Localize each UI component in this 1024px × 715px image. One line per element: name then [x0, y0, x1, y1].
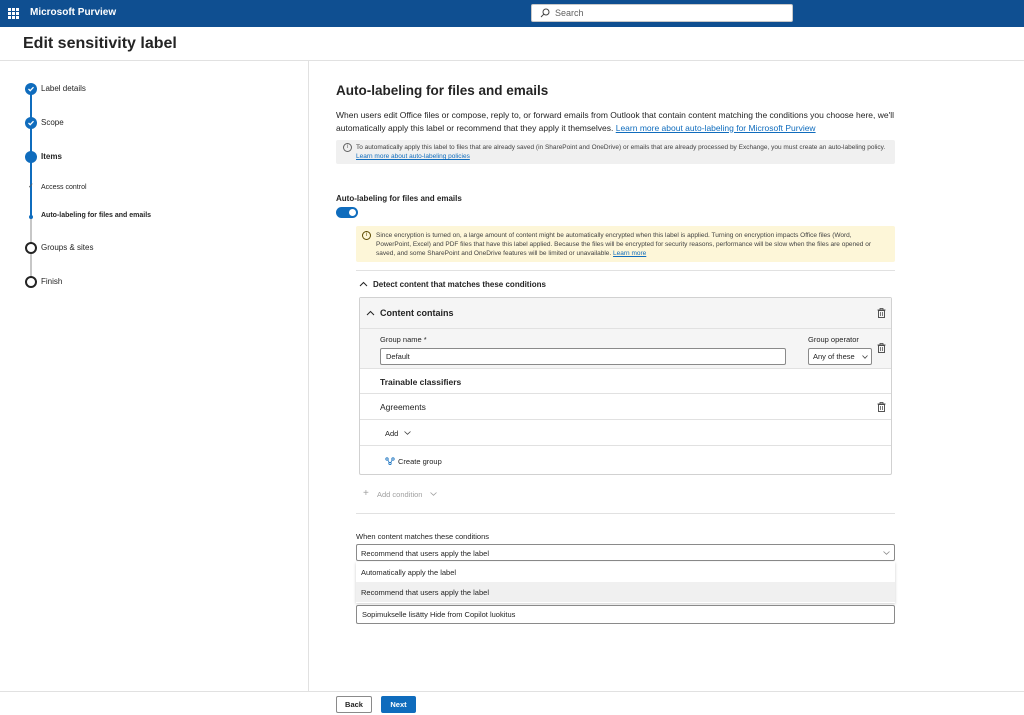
info-text: To automatically apply this label to fil… — [356, 144, 886, 151]
info-message-bar: i To automatically apply this label to f… — [336, 140, 895, 164]
wizard-step-finish[interactable]: Finish — [41, 277, 62, 286]
group-operator-label: Group operator — [808, 335, 859, 344]
add-condition-label: Add condition — [377, 490, 423, 499]
step-todo-icon — [25, 242, 37, 254]
chevron-up-icon[interactable] — [359, 281, 368, 287]
warning-info-icon: i — [362, 231, 371, 240]
app-launcher-icon[interactable] — [8, 8, 19, 19]
group-name-input[interactable] — [380, 348, 786, 365]
info-icon: i — [343, 143, 352, 152]
classifier-name: Agreements — [380, 402, 426, 412]
wizard-step-label-details[interactable]: Label details — [41, 84, 86, 93]
delete-condition-icon[interactable] — [877, 308, 886, 318]
back-button[interactable]: Back — [336, 696, 372, 713]
divider — [356, 513, 895, 514]
step-done-icon — [25, 117, 37, 129]
option-label: Recommend that users apply the label — [361, 588, 489, 597]
main-panel: Auto-labeling for files and emails When … — [310, 61, 1024, 691]
trainable-classifiers-header: Trainable classifiers — [380, 377, 462, 387]
dropdown-option-auto-apply[interactable]: Automatically apply the label — [356, 562, 895, 582]
wizard-substep-access-control[interactable]: Access control — [41, 184, 87, 191]
add-label: Add — [385, 429, 399, 438]
search-box[interactable] — [531, 4, 793, 22]
group-operator-select[interactable]: Any of these — [808, 348, 872, 365]
warning-message: Since encryption is turned on, a large a… — [376, 231, 886, 258]
option-label: Automatically apply the label — [361, 568, 457, 577]
encryption-learn-more-link[interactable]: Learn more — [613, 250, 646, 257]
substep-current-icon — [29, 215, 33, 219]
section-description: When users edit Office files or compose,… — [336, 109, 896, 134]
policy-tip-message-input[interactable] — [356, 605, 895, 624]
when-matches-label: When content matches these conditions — [356, 532, 489, 541]
dropdown-option-recommend[interactable]: Recommend that users apply the label — [356, 582, 895, 602]
trainable-classifiers-row: Trainable classifiers — [360, 369, 891, 394]
app-title[interactable]: Microsoft Purview — [30, 7, 116, 18]
group-name-label: Group name * — [380, 335, 427, 344]
classifier-row: Agreements — [360, 394, 891, 420]
plus-icon: + — [363, 488, 369, 499]
footer-divider — [0, 691, 1024, 692]
substep-check-icon: ✓ — [28, 183, 34, 190]
condition-title: Content contains — [380, 308, 454, 318]
step-current-icon — [25, 151, 37, 163]
chevron-down-icon — [862, 355, 868, 359]
chevron-down-icon — [404, 431, 411, 435]
delete-group-icon[interactable] — [877, 343, 886, 353]
auto-labeling-toggle[interactable] — [336, 207, 358, 218]
toggle-label: Auto-labeling for files and emails — [336, 194, 462, 203]
when-matches-value: Recommend that users apply the label — [361, 549, 489, 558]
when-matches-dropdown: Automatically apply the label Recommend … — [356, 562, 895, 603]
condition-header: Content contains — [360, 298, 891, 329]
auto-labeling-policies-link[interactable]: Learn more about auto-labeling policies — [356, 153, 470, 160]
group-operator-value: Any of these — [813, 352, 855, 361]
top-bar: Microsoft Purview — [0, 0, 1024, 27]
chevron-up-icon[interactable] — [366, 310, 375, 316]
step-todo-icon — [25, 276, 37, 288]
group-icon — [385, 457, 395, 465]
section-heading: Auto-labeling for files and emails — [336, 83, 549, 98]
info-message: To automatically apply this label to fil… — [356, 143, 886, 161]
wizard-step-scope[interactable]: Scope — [41, 118, 64, 127]
group-row: Group name * Group operator Any of these — [360, 329, 891, 369]
detect-conditions-header[interactable]: Detect content that matches these condit… — [373, 280, 546, 289]
search-input[interactable] — [555, 6, 785, 20]
chevron-down-icon — [883, 551, 890, 555]
page-title: Edit sensitivity label — [23, 35, 177, 52]
create-group-button[interactable]: Create group — [360, 446, 891, 475]
step-done-icon — [25, 83, 37, 95]
learn-more-link[interactable]: Learn more about auto-labeling for Micro… — [616, 123, 816, 133]
add-classifier-button[interactable]: Add — [360, 420, 891, 446]
search-icon — [540, 8, 550, 18]
wizard-substep-auto-labeling[interactable]: Auto-labeling for files and emails — [41, 212, 151, 219]
wizard-step-items[interactable]: Items — [41, 152, 62, 161]
condition-card: Content contains Group name * Group oper… — [359, 297, 892, 475]
wizard-nav: Label details Scope Items ✓ Access contr… — [0, 61, 309, 691]
delete-classifier-icon[interactable] — [877, 402, 886, 412]
warning-message-bar: i Since encryption is turned on, a large… — [356, 226, 895, 262]
when-matches-select[interactable]: Recommend that users apply the label — [356, 544, 895, 561]
wizard-step-groups-sites[interactable]: Groups & sites — [41, 243, 93, 252]
create-group-label: Create group — [398, 457, 442, 466]
divider — [356, 270, 895, 271]
next-button[interactable]: Next — [381, 696, 416, 713]
chevron-down-icon — [430, 492, 437, 496]
